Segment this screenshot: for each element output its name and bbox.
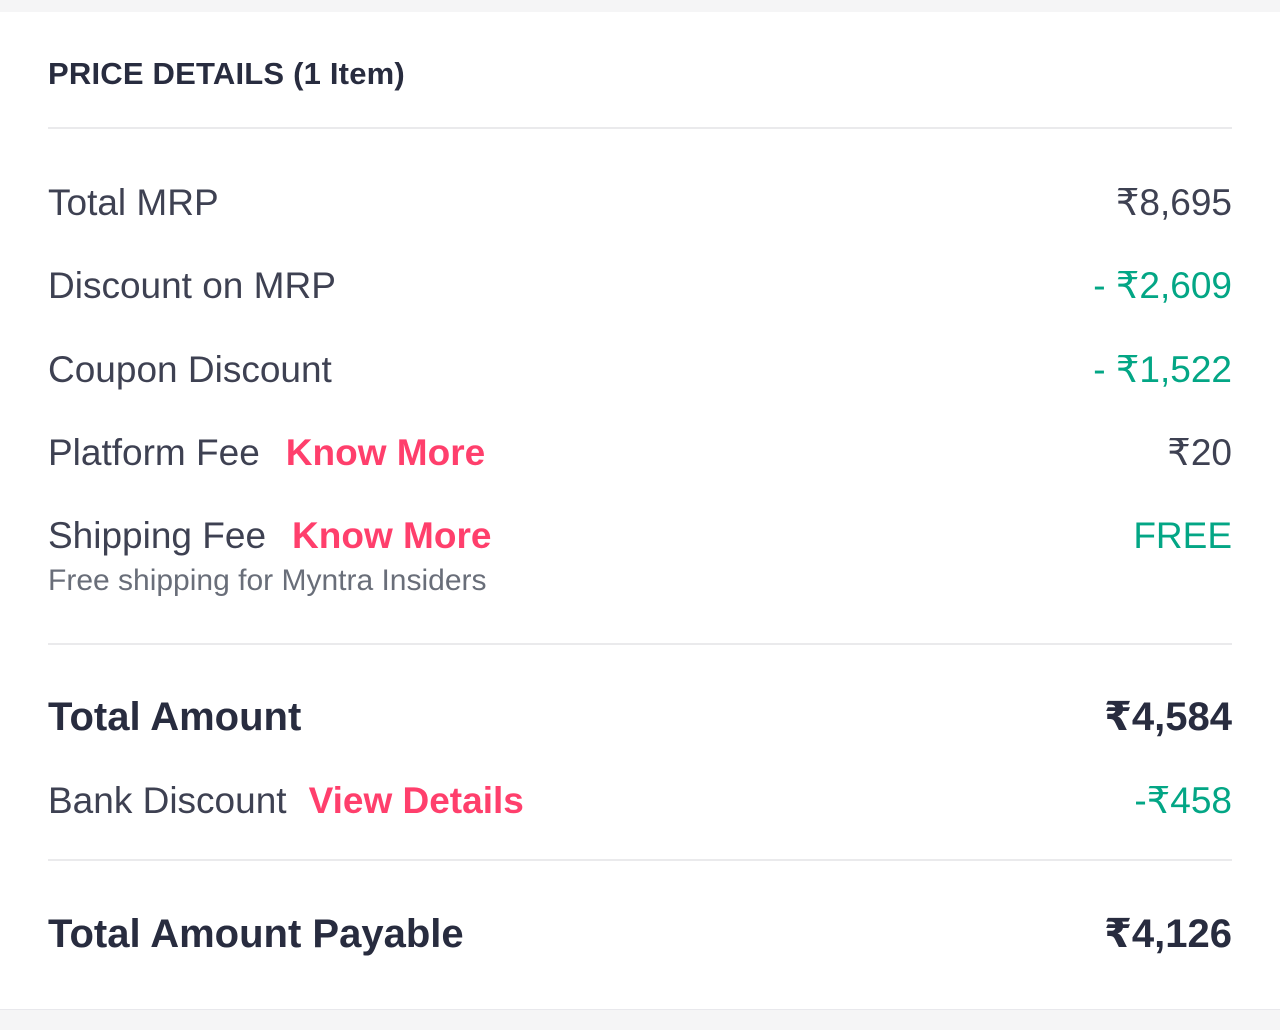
platform-fee-label: Platform Fee xyxy=(48,432,260,473)
bank-discount-value: -₹458 xyxy=(1134,780,1232,821)
header-divider xyxy=(48,127,1232,129)
total-mrp-label: Total MRP xyxy=(48,182,219,223)
bank-discount-view-details-link[interactable]: View Details xyxy=(309,780,524,822)
bank-discount-label: Bank Discount xyxy=(48,780,287,821)
subtotal-divider xyxy=(48,643,1232,645)
shipping-fee-value: FREE xyxy=(1133,515,1232,556)
price-details-title: PRICE DETAILS (1 Item) xyxy=(48,56,405,91)
total-mrp-value: ₹8,695 xyxy=(1115,182,1232,223)
shipping-fee-label: Shipping Fee xyxy=(48,515,267,556)
total-payable-label: Total Amount Payable xyxy=(48,912,464,956)
platform-fee-row: Platform Fee Know More ₹20 xyxy=(48,431,1232,474)
shipping-fee-know-more-link[interactable]: Know More xyxy=(292,515,491,557)
coupon-discount-label: Coupon Discount xyxy=(48,349,332,390)
total-amount-row: Total Amount ₹4,584 xyxy=(48,694,1232,740)
bank-discount-left: Bank Discount View Details xyxy=(48,780,524,822)
total-mrp-row: Total MRP ₹8,695 xyxy=(48,181,1232,224)
discount-mrp-label: Discount on MRP xyxy=(48,265,336,306)
coupon-discount-row: Coupon Discount - ₹1,522 xyxy=(48,348,1232,391)
bottom-background-strip xyxy=(0,1009,1280,1030)
total-amount-value: ₹4,584 xyxy=(1104,695,1232,739)
platform-fee-left: Platform Fee Know More xyxy=(48,432,485,474)
coupon-discount-value: - ₹1,522 xyxy=(1093,349,1232,390)
top-background-strip xyxy=(0,0,1280,12)
shipping-fee-row: Shipping Fee Know More FREE xyxy=(48,515,1232,557)
total-payable-value: ₹4,126 xyxy=(1104,912,1232,956)
discount-mrp-value: - ₹2,609 xyxy=(1093,265,1232,306)
shipping-fee-note: Free shipping for Myntra Insiders xyxy=(48,564,487,597)
discount-mrp-row: Discount on MRP - ₹2,609 xyxy=(48,264,1232,307)
shipping-fee-left: Shipping Fee Know More xyxy=(48,515,491,557)
platform-fee-know-more-link[interactable]: Know More xyxy=(286,432,485,474)
total-amount-label: Total Amount xyxy=(48,695,302,739)
platform-fee-value: ₹20 xyxy=(1167,432,1232,473)
total-payable-row: Total Amount Payable ₹4,126 xyxy=(48,911,1232,957)
payable-divider xyxy=(48,859,1232,861)
bank-discount-row: Bank Discount View Details -₹458 xyxy=(48,779,1232,822)
